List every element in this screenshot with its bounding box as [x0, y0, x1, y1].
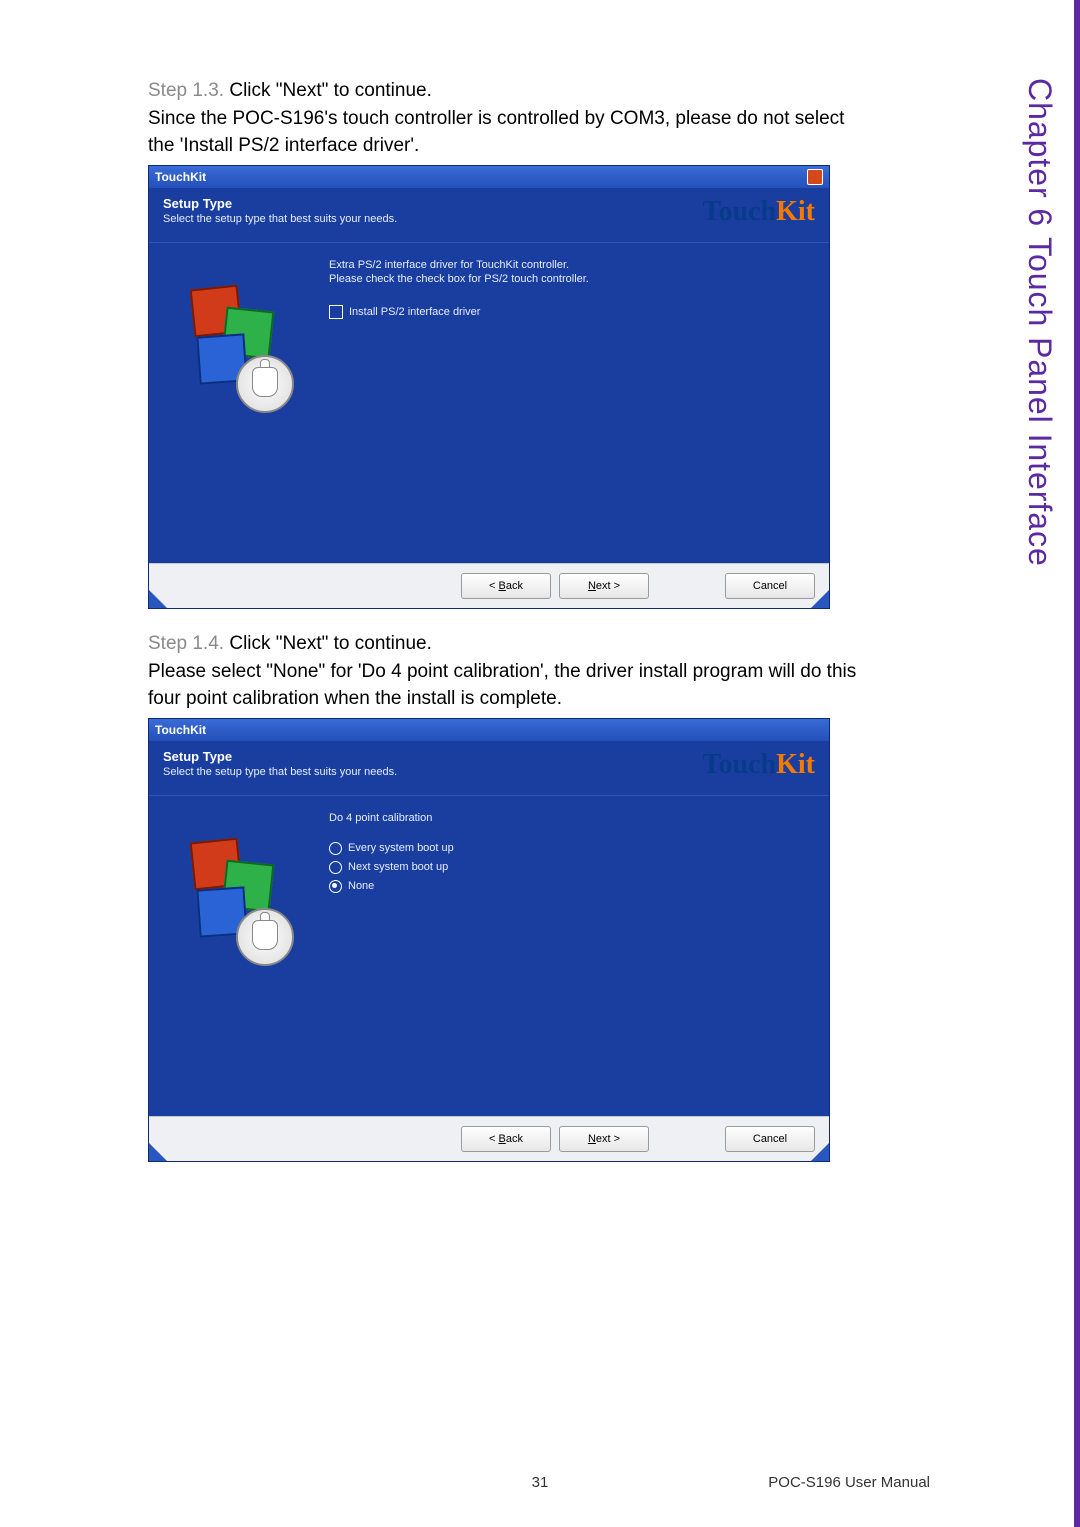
radio-icon-selected[interactable]	[329, 880, 342, 893]
dialog-footer: < Back Next > Cancel	[149, 1116, 829, 1161]
step-1-3-action: Click "Next" to continue.	[229, 80, 432, 101]
radio-none[interactable]: None	[329, 880, 809, 893]
setup-type-subtitle: Select the setup type that best suits yo…	[163, 766, 702, 778]
touchkit-dialog-1: TouchKit Setup Type Select the setup typ…	[148, 165, 830, 609]
step-1-3-line2a: Since the POC-S196's touch controller is…	[148, 106, 928, 132]
brand-part1: Touch	[702, 749, 776, 780]
touchkit-dialog-2: TouchKit Setup Type Select the setup typ…	[148, 718, 830, 1162]
right-margin-bar	[1074, 0, 1080, 1527]
step-1-4-line2a: Please select "None" for 'Do 4 point cal…	[148, 659, 928, 685]
info-line-2: Please check the check box for PS/2 touc…	[329, 273, 809, 285]
step-1-3-prefix: Step 1.3.	[148, 80, 229, 101]
dialog-side-graphic	[149, 796, 329, 1116]
side-chapter-title: Chapter 6 Touch Panel Interface	[1018, 78, 1058, 567]
dialog-footer: < Back Next > Cancel	[149, 563, 829, 608]
titlebar-text: TouchKit	[155, 723, 206, 737]
titlebar[interactable]: TouchKit	[149, 166, 829, 188]
section-label: Touch Panel Interface	[1022, 237, 1058, 567]
footer-corner-left	[149, 590, 167, 608]
touchkit-brand: TouchKit	[702, 196, 815, 228]
radio-label: Next system boot up	[348, 861, 448, 873]
manual-label: POC-S196 User Manual	[768, 1474, 930, 1491]
next-button[interactable]: Next >	[559, 573, 649, 599]
ps2-checkbox-label: Install PS/2 interface driver	[349, 306, 480, 318]
footer-corner-left	[149, 1143, 167, 1161]
step-1-4-line2b: four point calibration when the install …	[148, 686, 928, 712]
ps2-checkbox-row[interactable]: Install PS/2 interface driver	[329, 305, 809, 319]
radio-every-boot[interactable]: Every system boot up	[329, 842, 809, 855]
wizard-icon	[184, 283, 294, 403]
brand-part2: Kit	[776, 749, 815, 780]
radio-label: None	[348, 880, 374, 892]
calibration-heading: Do 4 point calibration	[329, 812, 809, 824]
step-1-4-line1: Step 1.4. Click "Next" to continue.	[148, 631, 928, 657]
setup-type-subtitle: Select the setup type that best suits yo…	[163, 213, 702, 225]
radio-label: Every system boot up	[348, 842, 454, 854]
footer-corner-right	[811, 1143, 829, 1161]
wizard-icon	[184, 836, 294, 956]
dialog-side-graphic	[149, 243, 329, 563]
next-button[interactable]: Next >	[559, 1126, 649, 1152]
step-1-4-action: Click "Next" to continue.	[229, 633, 432, 654]
brand-part2: Kit	[776, 196, 815, 227]
brand-part1: Touch	[702, 196, 776, 227]
setup-type-title: Setup Type	[163, 196, 702, 211]
setup-type-title: Setup Type	[163, 749, 702, 764]
calibration-radio-group: Every system boot up Next system boot up…	[329, 842, 809, 893]
titlebar-text: TouchKit	[155, 170, 206, 184]
radio-next-boot[interactable]: Next system boot up	[329, 861, 809, 874]
step-1-4-prefix: Step 1.4.	[148, 633, 229, 654]
cancel-button[interactable]: Cancel	[725, 573, 815, 599]
dialog-header: Setup Type Select the setup type that be…	[149, 741, 829, 796]
step-1-3-line1: Step 1.3. Click "Next" to continue.	[148, 78, 928, 104]
back-button[interactable]: < Back	[461, 573, 551, 599]
dialog-header: Setup Type Select the setup type that be…	[149, 188, 829, 243]
touchkit-brand: TouchKit	[702, 749, 815, 781]
footer-corner-right	[811, 590, 829, 608]
radio-icon[interactable]	[329, 842, 342, 855]
back-button[interactable]: < Back	[461, 1126, 551, 1152]
titlebar[interactable]: TouchKit	[149, 719, 829, 741]
info-line-1: Extra PS/2 interface driver for TouchKit…	[329, 259, 809, 271]
cancel-button[interactable]: Cancel	[725, 1126, 815, 1152]
step-1-3-line2b: the 'Install PS/2 interface driver'.	[148, 133, 928, 159]
close-icon[interactable]	[807, 169, 823, 185]
chapter-label: Chapter 6	[1022, 78, 1058, 227]
radio-icon[interactable]	[329, 861, 342, 874]
ps2-checkbox[interactable]	[329, 305, 343, 319]
